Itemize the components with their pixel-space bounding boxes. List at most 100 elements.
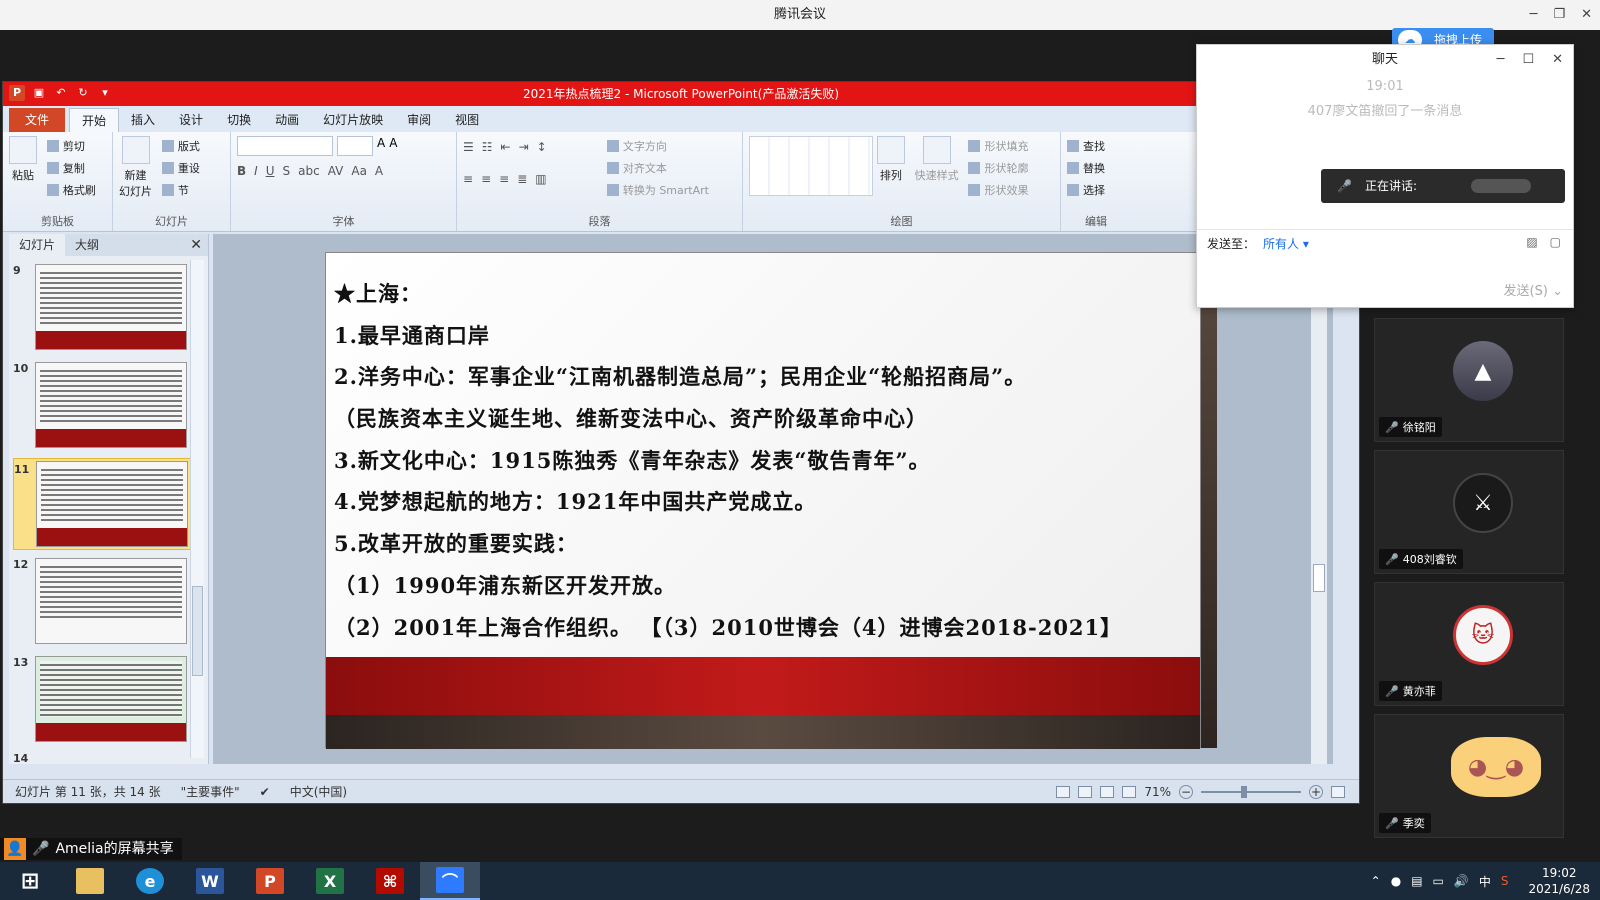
current-slide[interactable]: ★上海： 1.最早通商口岸 2.洋务中心：军事企业“江南机器制造总局”；民用企业… [325,252,1201,749]
slide-text-box[interactable]: ★上海： 1.最早通商口岸 2.洋务中心：军事企业“江南机器制造总局”；民用企业… [334,273,1194,648]
participant-tile[interactable]: ⚔ 🎤 408刘睿钦 [1374,450,1564,574]
shape-fill-button[interactable]: 形状填充 [968,136,1028,158]
reset-button[interactable]: 重设 [161,158,200,180]
slide-thumbnail[interactable]: 9 [13,264,193,354]
underline-icon[interactable]: U [266,164,275,178]
tab-home[interactable]: 开始 [69,108,120,132]
ime-indicator[interactable]: 中 [1479,873,1491,890]
bold-icon[interactable]: B [237,164,246,178]
new-slide-button[interactable]: 新建 幻灯片 [119,136,152,199]
align-right-icon[interactable]: ≡ [499,172,509,186]
shadow-icon[interactable]: S [283,164,291,178]
taskbar-tencent-meeting[interactable]: ⌒ [420,862,480,900]
reading-view-icon[interactable] [1100,785,1115,798]
language-status[interactable]: 中文(中国) [290,783,347,800]
shape-outline-button[interactable]: 形状轮廓 [968,158,1028,180]
tab-file[interactable]: 文件 [9,108,66,132]
shapes-gallery[interactable] [749,136,873,196]
taskbar-clock[interactable]: 19:02 2021/6/28 [1528,865,1590,897]
tab-design[interactable]: 设计 [167,108,215,132]
section-button[interactable]: 节 [161,180,200,202]
send-button[interactable]: 发送(S) ⌄ [1504,280,1563,299]
restore-icon[interactable]: ❐ [1553,0,1565,30]
tab-animations[interactable]: 动画 [263,108,311,132]
tab-outline-panel[interactable]: 大纲 [65,234,109,256]
tab-view[interactable]: 视图 [443,108,491,132]
change-case-icon[interactable]: Aa [351,164,367,178]
decrease-indent-icon[interactable]: ⇤ [501,140,511,154]
taskbar-word[interactable]: W [180,862,240,900]
copy-button[interactable]: 复制 [46,158,96,180]
justify-icon[interactable]: ≣ [517,172,527,186]
sogou-input-icon[interactable]: S [1501,874,1509,888]
replace-button[interactable]: 替换 [1067,158,1125,180]
layout-button[interactable]: 版式 [161,136,200,158]
increase-indent-icon[interactable]: ⇥ [519,140,529,154]
align-text-button[interactable]: 对齐文本 [606,158,709,180]
font-size-combo[interactable] [337,136,373,156]
italic-icon[interactable]: I [254,164,258,178]
start-button[interactable]: ⊞ [0,862,60,900]
send-to-selector[interactable]: 发送至： 所有人 ▾ [1207,235,1309,252]
sorter-view-icon[interactable] [1078,785,1093,798]
slide-thumbnail[interactable]: 12 [13,558,193,648]
normal-view-icon[interactable] [1056,785,1071,798]
editor-scrollbar[interactable] [1311,234,1327,764]
slide-thumbnail[interactable]: 13 [13,656,193,746]
display-icon[interactable]: ▭ [1433,874,1444,888]
minimize-icon[interactable]: ─ [1530,0,1538,30]
align-center-icon[interactable]: ≡ [481,172,491,186]
numbering-icon[interactable]: ☷ [482,140,493,154]
close-icon[interactable]: ✕ [190,237,202,253]
participant-tile[interactable]: ▲ 🎤 徐铭阳 [1374,318,1564,442]
taskbar-excel[interactable]: X [300,862,360,900]
zoom-slider[interactable] [1201,785,1301,798]
participant-tile[interactable]: 🐱 🎤 黄亦菲 [1374,582,1564,706]
char-spacing-icon[interactable]: AV [328,164,344,178]
chevron-down-icon[interactable]: ▾ [1299,237,1309,251]
strikethrough-icon[interactable]: abc [298,164,320,178]
screenshot-icon[interactable]: ▢ [1550,235,1561,249]
arrange-button[interactable]: 排列 [876,136,905,183]
close-icon[interactable]: ✕ [1581,0,1592,30]
cut-button[interactable]: 剪切 [46,136,96,158]
tab-review[interactable]: 审阅 [395,108,443,132]
tab-insert[interactable]: 插入 [119,108,167,132]
slideshow-view-icon[interactable] [1122,785,1137,798]
grow-font-icon[interactable]: A [377,136,385,156]
qq-icon[interactable]: ● [1391,874,1401,888]
text-direction-button[interactable]: 文字方向 [606,136,709,158]
taskbar-pdf[interactable]: ⌘ [360,862,420,900]
shrink-font-icon[interactable]: A [389,136,397,156]
participant-tile[interactable]: ◕‿◕ 🎤 季奕 [1374,714,1564,838]
chevron-down-icon[interactable]: ⌄ [1552,284,1563,299]
select-button[interactable]: 选择 [1067,180,1125,202]
spellcheck-icon[interactable]: ✔ [260,785,270,799]
chevron-up-icon[interactable]: ⌃ [1371,874,1381,888]
maximize-icon[interactable]: ☐ [1522,45,1534,75]
slide-thumbnail-selected[interactable]: 11 [13,458,193,550]
tab-slides-panel[interactable]: 幻灯片 [9,234,66,256]
slide-thumbnail[interactable]: 14 [13,752,193,762]
format-painter-button[interactable]: 格式刷 [46,180,96,202]
columns-icon[interactable]: ▥ [535,172,546,186]
image-icon[interactable]: ▨ [1526,235,1537,249]
line-spacing-icon[interactable]: ↕ [537,140,547,154]
fit-to-window-icon[interactable] [1331,785,1345,798]
zoom-out-icon[interactable]: − [1179,784,1193,799]
send-to-value[interactable]: 所有人 [1263,237,1299,251]
tab-slideshow[interactable]: 幻灯片放映 [311,108,395,132]
smartart-button[interactable]: 转换为 SmartArt [606,180,709,202]
taskbar-powerpoint[interactable]: P [240,862,300,900]
taskbar-file-explorer[interactable] [60,862,120,900]
shape-effects-button[interactable]: 形状效果 [968,180,1028,202]
align-left-icon[interactable]: ≡ [463,172,473,186]
network-icon[interactable]: ▤ [1411,874,1422,888]
font-name-combo[interactable] [237,136,333,156]
taskbar-edge[interactable]: e [120,862,180,900]
find-button[interactable]: 查找 [1067,136,1125,158]
zoom-in-icon[interactable]: + [1309,784,1323,799]
bullets-icon[interactable]: ☰ [463,140,474,154]
slide-thumbnail[interactable]: 10 [13,362,193,452]
font-color-icon[interactable]: A [375,164,383,178]
